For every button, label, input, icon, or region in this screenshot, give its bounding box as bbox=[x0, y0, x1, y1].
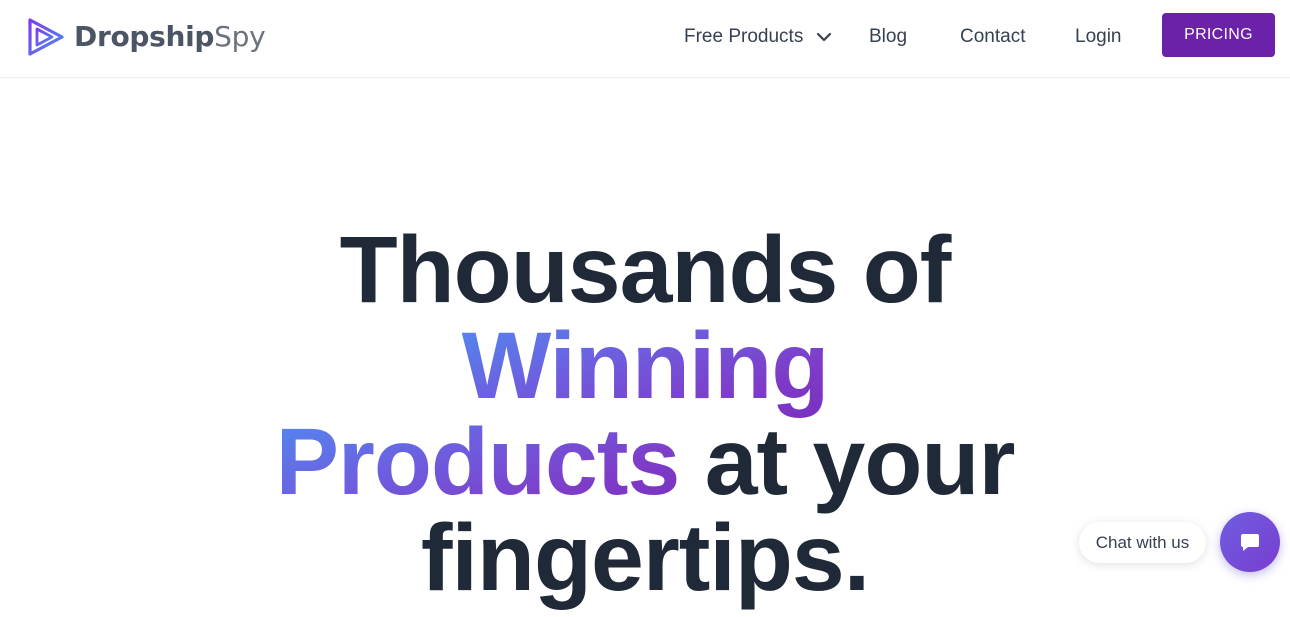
site-header: DropshipSpy Free Products Blog Contact L… bbox=[0, 0, 1290, 78]
logo-text-light: Spy bbox=[214, 20, 266, 53]
logo-text: DropshipSpy bbox=[74, 20, 266, 53]
hero-line-2: Winning bbox=[0, 318, 1290, 414]
nav-contact[interactable]: Contact bbox=[960, 24, 1025, 50]
chevron-down-icon bbox=[817, 32, 832, 42]
nav-blog[interactable]: Blog bbox=[869, 24, 907, 50]
nav-login[interactable]: Login bbox=[1075, 24, 1122, 50]
hero-at-your: at your bbox=[679, 409, 1016, 515]
nav-free-products[interactable]: Free Products bbox=[684, 24, 833, 50]
chat-bubble-icon bbox=[1241, 534, 1259, 551]
hero-line-3: Products at your bbox=[0, 414, 1290, 510]
nav-free-products-label: Free Products bbox=[684, 26, 804, 47]
logo[interactable]: DropshipSpy bbox=[26, 16, 266, 58]
pricing-button[interactable]: PRICING bbox=[1162, 13, 1275, 57]
play-triangle-icon bbox=[28, 18, 64, 56]
hero-products: Products bbox=[275, 409, 681, 515]
chat-with-us-label[interactable]: Chat with us bbox=[1079, 522, 1206, 563]
hero-winning: Winning bbox=[461, 313, 830, 419]
chat-launcher-button[interactable] bbox=[1220, 512, 1280, 572]
hero-line-1: Thousands of bbox=[339, 217, 952, 323]
logo-text-bold: Dropship bbox=[74, 20, 215, 53]
